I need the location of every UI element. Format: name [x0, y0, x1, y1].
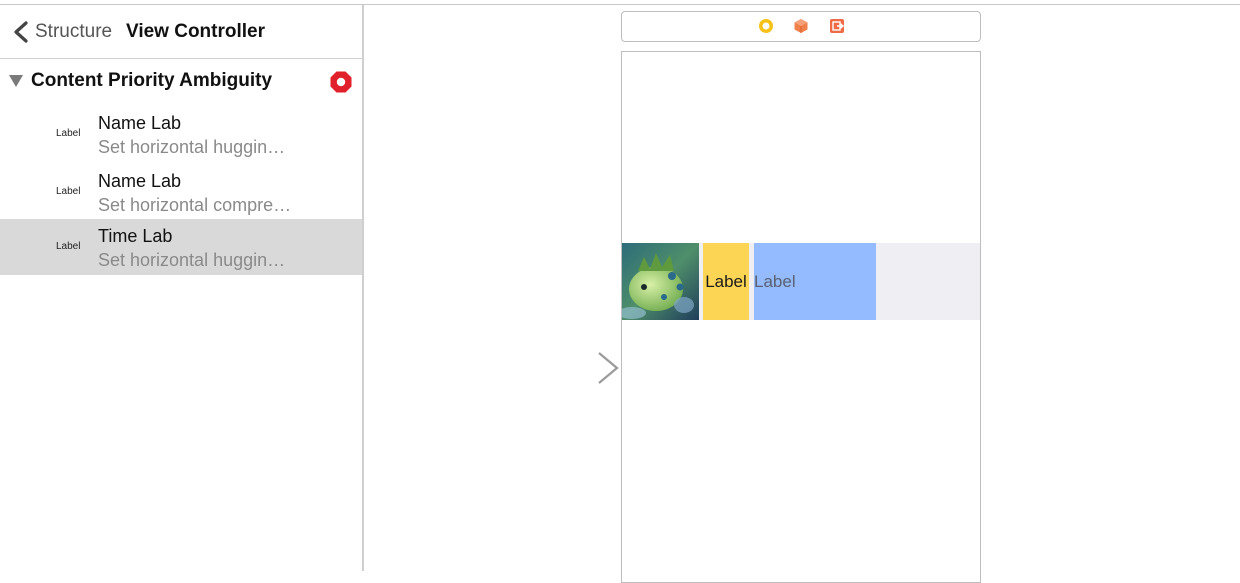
issue-row[interactable]: Label Name Lab Set horizontal compre…: [0, 164, 362, 220]
avatar-image[interactable]: [622, 243, 699, 320]
issue-group-title: Content Priority Ambiguity: [31, 70, 273, 91]
chevron-left-icon[interactable]: [12, 21, 30, 43]
table-cell[interactable]: Label Label: [622, 243, 980, 320]
entry-point-arrow-icon[interactable]: [526, 351, 620, 385]
exit-icon[interactable]: [829, 18, 845, 34]
storyboard-canvas[interactable]: Label Label: [364, 5, 1240, 583]
label-type-icon: Label: [56, 128, 81, 139]
issue-navigator: Structure View Controller Content Priori…: [0, 5, 362, 571]
issue-row[interactable]: Label Name Lab Set horizontal huggin…: [0, 106, 362, 162]
scene-dock: [621, 11, 981, 42]
issue-group[interactable]: Content Priority Ambiguity: [0, 64, 362, 102]
issue-subtitle: Set horizontal huggin…: [98, 137, 286, 157]
issue-subtitle: Set horizontal huggin…: [98, 250, 286, 270]
breadcrumb-parent[interactable]: Structure: [35, 21, 112, 43]
first-responder-icon[interactable]: [793, 18, 809, 34]
breadcrumb-current: View Controller: [126, 21, 266, 42]
label-type-icon: Label: [56, 241, 81, 252]
issue-title: Name Lab: [98, 171, 182, 191]
view-controller-scene[interactable]: Label Label: [621, 51, 981, 583]
breadcrumb: Structure View Controller: [0, 5, 362, 59]
issue-title: Name Lab: [98, 113, 182, 133]
label-type-icon: Label: [56, 186, 81, 197]
issue-subtitle: Set horizontal compre…: [98, 195, 292, 215]
name-label[interactable]: Label: [703, 243, 749, 320]
disclosure-triangle-icon[interactable]: [9, 75, 23, 87]
dinosaur-avatar-icon: [622, 243, 699, 320]
error-stop-icon: [330, 71, 352, 93]
issue-row-selected[interactable]: Label Time Lab Set horizontal huggin…: [0, 219, 362, 275]
issue-title: Time Lab: [98, 226, 173, 246]
time-label[interactable]: Label: [754, 243, 876, 320]
view-controller-icon[interactable]: [758, 18, 774, 34]
